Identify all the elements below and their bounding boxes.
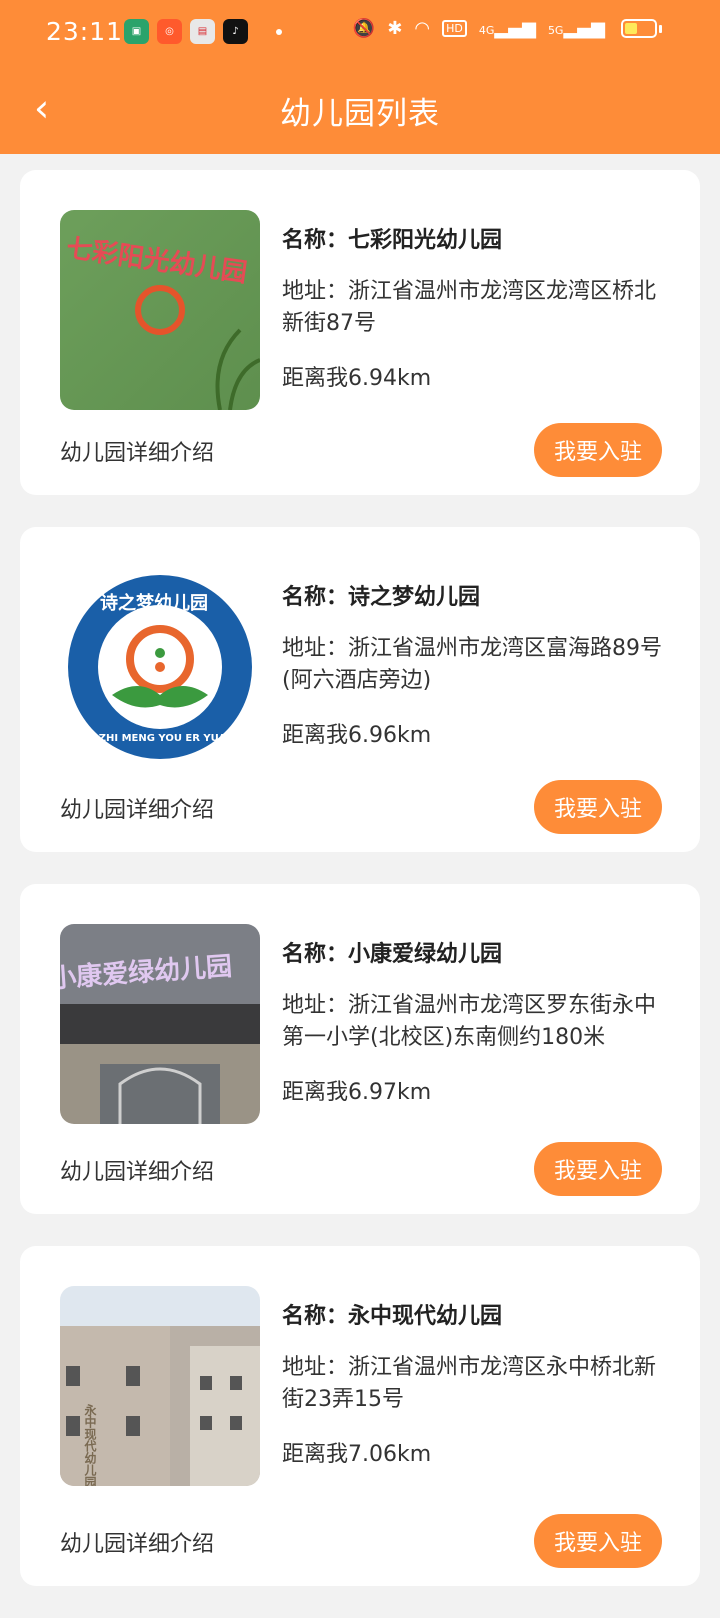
kindergarten-name: 名称：永中现代幼儿园 — [282, 1304, 503, 1329]
kindergarten-logo: 诗之梦幼儿园 SHI ZHI MENG YOU ER YUAN — [60, 567, 260, 767]
app-header: 23:11 ▣ ◎ ▤ ♪ 🔕 ✱ ◠ HD 4G▂▄▆ 5G▂▄▆ ‹ 幼儿园… — [0, 0, 720, 154]
kindergarten-distance: 距离我6.96km — [282, 723, 432, 748]
battery-tip — [659, 24, 662, 33]
kindergarten-address: 地址：浙江省温州市龙湾区龙湾区桥北新街87号 — [282, 279, 657, 336]
kindergarten-address: 地址：浙江省温州市龙湾区永中桥北新街23弄15号 — [282, 1355, 657, 1412]
app-notification-icon: ▣ — [124, 19, 149, 44]
kindergarten-address: 地址：浙江省温州市龙湾区罗东街永中第一小学(北校区)东南侧约180米 — [282, 993, 657, 1050]
kindergarten-photo: 七彩阳光幼儿园 — [60, 210, 260, 410]
join-button[interactable]: 我要入驻 — [534, 1514, 662, 1568]
kindergarten-distance: 距离我6.94km — [282, 366, 432, 391]
kindergarten-name: 名称：小康爱绿幼儿园 — [282, 942, 503, 967]
list-item[interactable]: 小康爱绿幼儿园 名称：小康爱绿幼儿园 地址：浙江省温州市龙湾区罗东街永中第一小学… — [20, 884, 700, 1214]
card-info: 名称：诗之梦幼儿园 地址：浙江省温州市龙湾区富海路89号(阿六酒店旁边) 距离我… — [282, 579, 662, 749]
mute-icon: 🔕 — [352, 18, 376, 39]
kindergarten-distance: 距离我6.97km — [282, 1080, 432, 1105]
wifi-icon: ◠ — [414, 18, 431, 39]
bluetooth-icon: ✱ — [387, 18, 403, 39]
logo-text: 诗之梦幼儿园 — [100, 593, 208, 614]
kindergarten-list: 七彩阳光幼儿园 名称：七彩阳光幼儿园 地址：浙江省温州市龙湾区龙湾区桥北新街87… — [20, 170, 700, 1618]
detail-link[interactable]: 幼儿园详细介绍 — [60, 435, 214, 467]
page-title: 幼儿园列表 — [280, 96, 440, 132]
status-time: 23:11 — [46, 17, 124, 46]
join-button[interactable]: 我要入驻 — [534, 1142, 662, 1196]
notification-icons: ▣ ◎ ▤ ♪ — [124, 19, 282, 44]
battery-icon — [621, 19, 657, 38]
join-button[interactable]: 我要入驻 — [534, 423, 662, 477]
detail-link[interactable]: 幼儿园详细介绍 — [60, 1154, 214, 1186]
tiktok-icon: ♪ — [223, 19, 248, 44]
card-info: 名称：七彩阳光幼儿园 地址：浙江省温州市龙湾区龙湾区桥北新街87号 距离我6.9… — [282, 222, 662, 392]
list-item[interactable]: 七彩阳光幼儿园 名称：七彩阳光幼儿园 地址：浙江省温州市龙湾区龙湾区桥北新街87… — [20, 170, 700, 495]
kindergarten-name: 名称：诗之梦幼儿园 — [282, 585, 481, 610]
detail-link[interactable]: 幼儿园详细介绍 — [60, 1526, 214, 1558]
hd-icon: HD — [442, 20, 467, 37]
system-icons: 🔕 ✱ ◠ HD 4G▂▄▆ 5G▂▄▆ — [353, 18, 662, 39]
kindergarten-address: 地址：浙江省温州市龙湾区富海路89号(阿六酒店旁边) — [282, 636, 662, 693]
list-item[interactable]: 永中现代幼儿园 名称：永中现代幼儿园 地址：浙江省温州市龙湾区永中桥北新街23弄… — [20, 1246, 700, 1586]
kindergarten-name: 名称：七彩阳光幼儿园 — [282, 228, 503, 253]
app-notification-icon: ◎ — [157, 19, 182, 44]
signal-4g-icon: 4G▂▄▆ — [478, 18, 536, 39]
app-notification-icon: ▤ — [190, 19, 215, 44]
detail-link[interactable]: 幼儿园详细介绍 — [60, 792, 214, 824]
kindergarten-photo: 永中现代幼儿园 — [60, 1286, 260, 1486]
join-button[interactable]: 我要入驻 — [534, 780, 662, 834]
sign-text: 永中现代幼儿园 — [83, 1404, 97, 1486]
kindergarten-photo: 小康爱绿幼儿园 — [60, 924, 260, 1124]
list-item[interactable]: 诗之梦幼儿园 SHI ZHI MENG YOU ER YUAN 名称：诗之梦幼儿… — [20, 527, 700, 852]
more-notifications-dot — [276, 28, 282, 35]
kindergarten-distance: 距离我7.06km — [282, 1442, 432, 1467]
card-info: 名称：小康爱绿幼儿园 地址：浙江省温州市龙湾区罗东街永中第一小学(北校区)东南侧… — [282, 936, 662, 1106]
card-info: 名称：永中现代幼儿园 地址：浙江省温州市龙湾区永中桥北新街23弄15号 距离我7… — [282, 1298, 662, 1468]
signal-5g-icon: 5G▂▄▆ — [547, 18, 605, 39]
status-bar: 23:11 ▣ ◎ ▤ ♪ 🔕 ✱ ◠ HD 4G▂▄▆ 5G▂▄▆ — [0, 0, 720, 64]
logo-subtext: SHI ZHI MENG YOU ER YUAN — [76, 733, 235, 744]
